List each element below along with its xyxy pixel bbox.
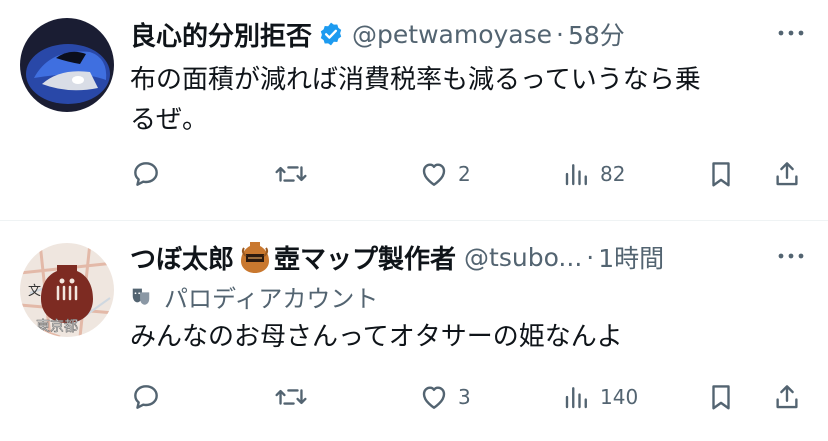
display-name-suffix[interactable]: 壺マップ製作者: [274, 239, 456, 276]
tweet-text: みんなのお母さんってオタサーの姫なんよ: [130, 317, 808, 357]
parody-indicator: パロディアカウント: [130, 277, 808, 315]
views-button[interactable]: 140: [562, 377, 638, 417]
separator-dot: ·: [586, 242, 595, 272]
avatar-map-label: 東京都: [36, 319, 78, 335]
share-icon: [776, 385, 798, 409]
like-count: 3: [458, 385, 471, 409]
views-icon: [565, 164, 587, 186]
amphora-emoji-icon: [241, 242, 270, 273]
tweet-2[interactable]: 文 東京都 つぼ太郎 壺マップ製作者 @tsubo... · 1時間 パロディア…: [0, 220, 828, 441]
user-avatar[interactable]: [20, 18, 114, 112]
tweet-text-line: るぜ。: [130, 105, 209, 135]
user-handle[interactable]: @tsubo...: [464, 243, 582, 272]
retweet-button[interactable]: [274, 154, 308, 194]
tweet-1[interactable]: 良心的分別拒否 @petwamoyase · 58分 布の面積が減れば消費税率も…: [0, 0, 828, 220]
separator-dot: ·: [556, 19, 564, 49]
views-icon: [565, 387, 587, 409]
reply-button[interactable]: [130, 377, 162, 417]
like-count: 2: [458, 162, 471, 186]
avatar-map-label: 文: [28, 284, 41, 299]
display-name[interactable]: 良心的分別拒否: [130, 16, 312, 53]
verified-badge-icon: [320, 22, 342, 46]
user-handle[interactable]: @petwamoyase: [352, 20, 552, 49]
bookmark-button[interactable]: [706, 377, 736, 417]
heart-icon: [422, 386, 446, 409]
bookmark-icon: [712, 162, 730, 187]
reply-icon: [134, 162, 158, 186]
action-bar: 3 140: [130, 377, 808, 417]
action-bar: 2 82: [130, 154, 808, 194]
tweet-text: 布の面積が減れば消費税率も減るっていうなら乗 るぜ。: [130, 60, 808, 140]
display-name[interactable]: つぼ太郎: [130, 239, 234, 276]
view-count: 82: [600, 162, 626, 186]
parody-label: パロディアカウント: [164, 284, 379, 313]
share-button[interactable]: [772, 377, 802, 417]
retweet-icon: [275, 166, 307, 182]
views-button[interactable]: 82: [562, 154, 625, 194]
timestamp[interactable]: 58分: [568, 16, 625, 52]
retweet-button[interactable]: [274, 377, 308, 417]
reply-button[interactable]: [130, 154, 162, 194]
like-button[interactable]: 2: [418, 154, 471, 194]
heart-icon: [422, 163, 446, 186]
user-avatar[interactable]: 文 東京都: [20, 243, 114, 337]
bookmark-button[interactable]: [706, 154, 736, 194]
more-icon[interactable]: [776, 18, 806, 48]
share-button[interactable]: [772, 154, 802, 194]
view-count: 140: [600, 385, 639, 409]
tweet-text-line: 布の面積が減れば消費税率も減るっていうなら乗: [130, 65, 701, 95]
timestamp[interactable]: 1時間: [598, 239, 664, 275]
reply-icon: [134, 385, 158, 409]
retweet-icon: [275, 389, 307, 405]
bookmark-icon: [712, 385, 730, 410]
tweet-text-line: みんなのお母さんってオタサーの姫なんよ: [130, 322, 623, 352]
more-icon[interactable]: [776, 241, 806, 271]
parody-mask-icon: [132, 288, 150, 305]
like-button[interactable]: 3: [418, 377, 471, 417]
share-icon: [776, 162, 798, 186]
